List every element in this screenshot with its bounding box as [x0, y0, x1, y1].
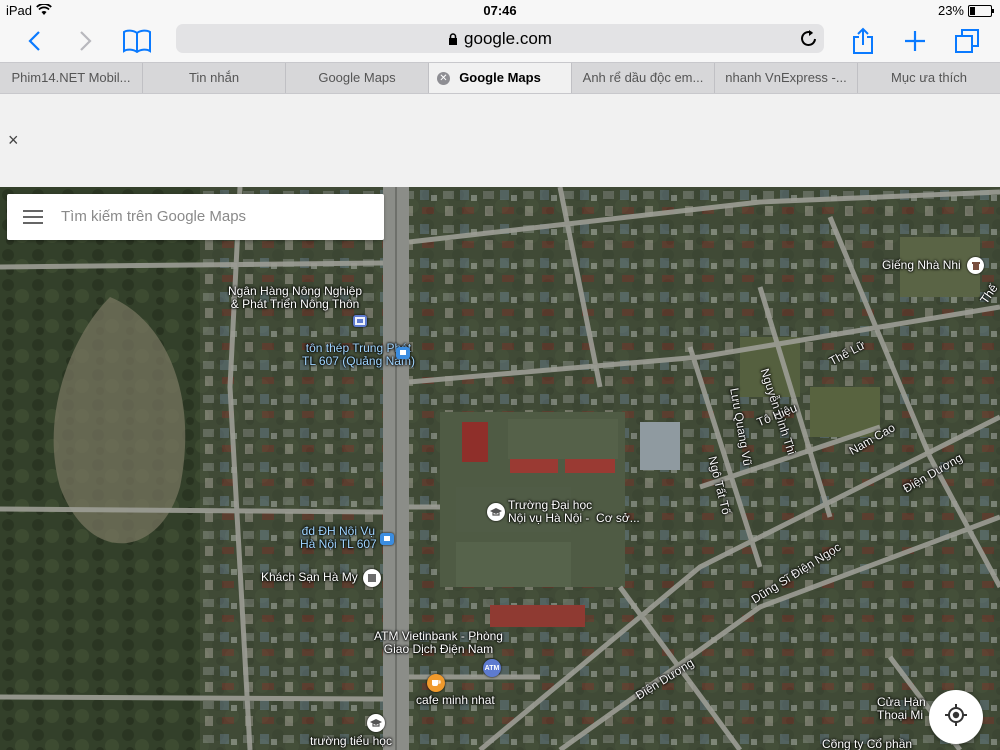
- battery-icon: [968, 4, 994, 17]
- bookmarks-icon[interactable]: [120, 24, 154, 58]
- school-icon[interactable]: [487, 503, 505, 521]
- place-label-shop[interactable]: Cửa Hàn Thoại Mi: [877, 696, 926, 722]
- share-icon[interactable]: [846, 24, 880, 58]
- search-input[interactable]: Tìm kiếm trên Google Maps: [61, 208, 246, 225]
- app-banner: ×: [0, 94, 1000, 187]
- reload-icon[interactable]: [800, 28, 818, 53]
- place-label-company[interactable]: Công ty Cổ phần: [822, 738, 912, 750]
- search-box[interactable]: Tìm kiếm trên Google Maps: [7, 194, 384, 240]
- place-label-hotel[interactable]: Khách Sạn Hà My: [261, 571, 358, 584]
- lock-icon: [448, 30, 458, 50]
- cafe-icon[interactable]: [427, 674, 445, 692]
- map-view[interactable]: Tìm kiếm trên Google Maps Ngân Hàng Nông…: [0, 187, 1000, 750]
- place-label-bank[interactable]: Ngân Hàng Nông Nghiệp & Phát Triển Nông …: [228, 285, 362, 311]
- battery-indicator: 23%: [937, 3, 994, 18]
- tab[interactable]: Mục ưa thích: [858, 63, 1000, 93]
- bus-stop-icon[interactable]: [380, 533, 394, 545]
- url-text: google.com: [464, 29, 552, 48]
- crosshair-icon: [944, 703, 968, 732]
- place-label-cafe[interactable]: cafe minh nhat: [416, 694, 495, 707]
- place-label-school[interactable]: trường tiểu học: [310, 735, 392, 748]
- bank-icon[interactable]: [353, 315, 367, 327]
- close-tab-icon[interactable]: ✕: [437, 72, 450, 85]
- tab[interactable]: Phim14.NET Mobil...: [0, 63, 143, 93]
- place-label-atm[interactable]: ATM Vietinbank - Phòng Giao Dịch Điện Na…: [374, 630, 503, 656]
- forward-icon[interactable]: [69, 24, 103, 58]
- bus-stop-icon[interactable]: [396, 347, 410, 359]
- place-label-university[interactable]: Trường Đại học Nội vụ Hà Nội - Cơ sở...: [508, 499, 640, 525]
- tab-active[interactable]: ✕ Google Maps: [429, 63, 572, 93]
- menu-icon[interactable]: [23, 209, 43, 230]
- battery-percent: 23%: [937, 3, 964, 18]
- tab[interactable]: nhanh VnExpress -...: [715, 63, 858, 93]
- landmark-icon[interactable]: [967, 257, 984, 274]
- school-icon[interactable]: [367, 714, 385, 732]
- close-icon[interactable]: ×: [8, 130, 19, 151]
- browser-toolbar: google.com: [0, 20, 1000, 62]
- tabs-overview-icon[interactable]: [950, 24, 984, 58]
- new-tab-icon[interactable]: [898, 24, 932, 58]
- my-location-button[interactable]: [929, 690, 983, 744]
- tab-bar: Phim14.NET Mobil... Tin nhắn Google Maps…: [0, 62, 1000, 94]
- place-label-well[interactable]: Giếng Nhà Nhi: [882, 259, 961, 272]
- tab[interactable]: Tin nhắn: [143, 63, 286, 93]
- tab[interactable]: Anh rể dầu độc em...: [572, 63, 715, 93]
- address-bar[interactable]: google.com: [176, 24, 824, 53]
- hotel-icon[interactable]: [363, 569, 381, 587]
- battery-level: [970, 6, 975, 15]
- tab-label: Google Maps: [459, 70, 541, 85]
- status-bar: iPad 07:46 23%: [0, 0, 1000, 20]
- back-icon[interactable]: [17, 24, 51, 58]
- atm-icon[interactable]: ATM: [483, 659, 501, 677]
- clock: 07:46: [483, 3, 517, 18]
- place-label-bus-stop[interactable]: đd ĐH Nội Vụ Hà Nội TL 607: [300, 525, 377, 551]
- tab[interactable]: Google Maps: [286, 63, 429, 93]
